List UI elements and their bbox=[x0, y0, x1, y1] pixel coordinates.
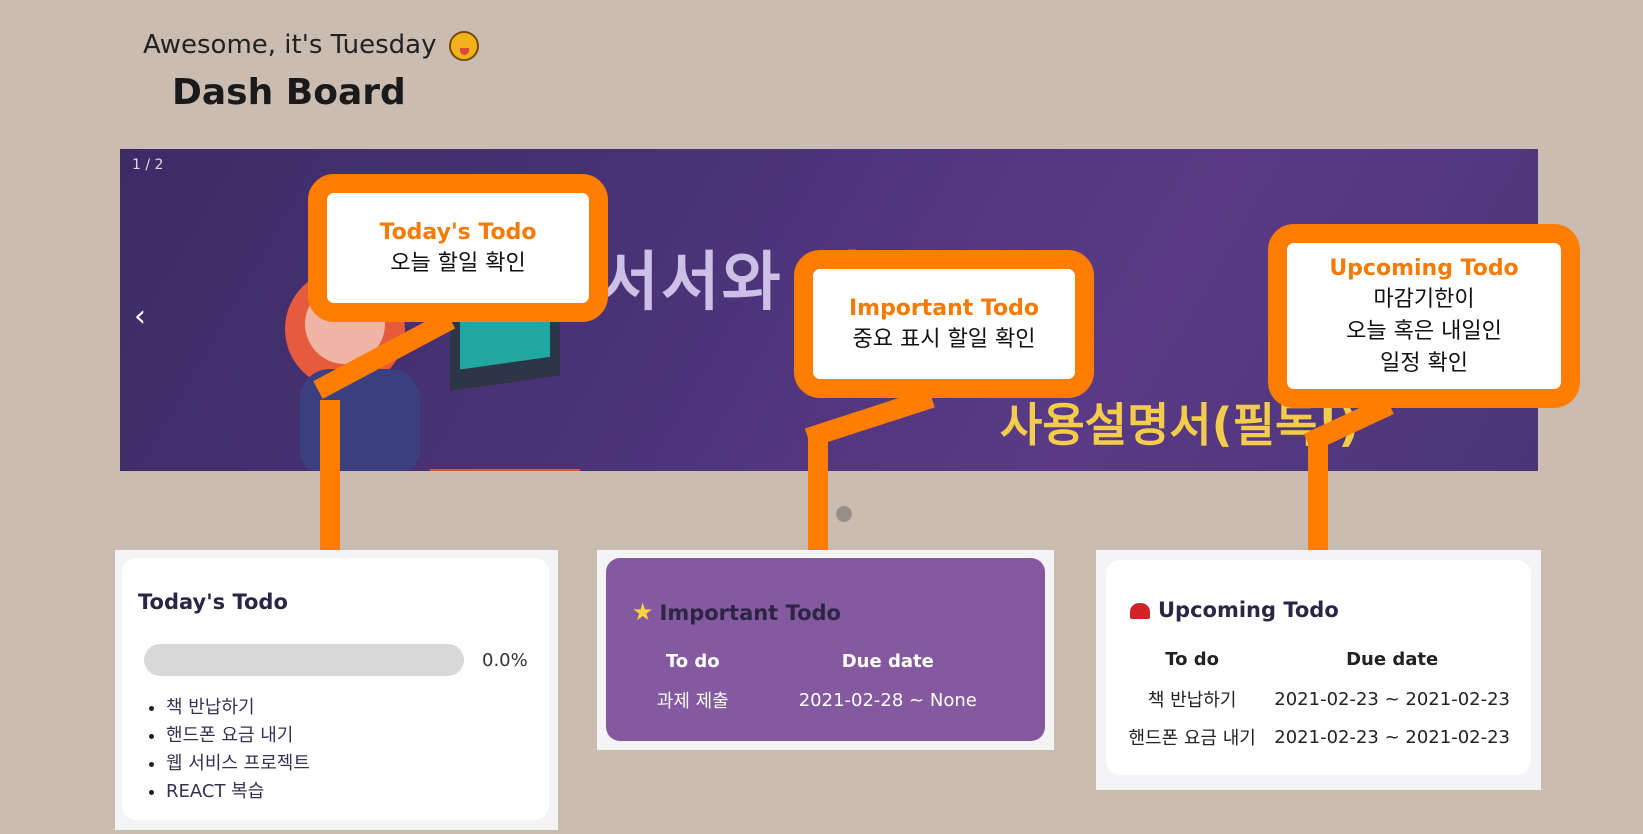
star-icon: ★ bbox=[632, 598, 654, 626]
table-cell: 과제 제출 bbox=[656, 691, 729, 712]
callout-upcoming-desc-3: 일정 확인 bbox=[1380, 350, 1468, 376]
list-item[interactable]: 웹 서비스 프로젝트 bbox=[166, 750, 310, 778]
carousel-counter: 1 / 2 bbox=[132, 157, 164, 173]
greeting: Awesome, it's Tuesday bbox=[143, 30, 479, 61]
list-item[interactable]: REACT 복습 bbox=[166, 778, 310, 806]
list-item[interactable]: 책 반납하기 bbox=[166, 694, 310, 722]
table-row[interactable]: 과제 제출 2021-02-28 ~ None bbox=[636, 686, 1026, 714]
table-cell: 2021-02-23 ~ 2021-02-23 bbox=[1274, 688, 1511, 710]
banner-streak bbox=[1248, 149, 1538, 177]
today-list: 책 반납하기 핸드폰 요금 내기 웹 서비스 프로젝트 REACT 복습 bbox=[146, 694, 310, 806]
callout-important: Important Todo 중요 표시 할일 확인 bbox=[794, 250, 1094, 398]
table-header-row: To do Due date bbox=[636, 650, 1026, 686]
important-card: ★ Important Todo To do Due date 과제 제출 202… bbox=[606, 558, 1045, 741]
table-cell: 2021-02-23 ~ 2021-02-23 bbox=[1274, 726, 1511, 748]
leader-line-upcoming bbox=[1308, 435, 1328, 550]
callout-important-desc: 중요 표시 할일 확인 bbox=[852, 326, 1036, 352]
tongue-out-emoji-icon bbox=[448, 30, 479, 61]
important-table: To do Due date 과제 제출 2021-02-28 ~ None bbox=[636, 650, 1026, 714]
today-progress-bar bbox=[144, 644, 464, 676]
table-row[interactable]: 책 반납하기 2021-02-23 ~ 2021-02-23 bbox=[1122, 680, 1522, 718]
callout-today: Today's Todo 오늘 할일 확인 bbox=[308, 174, 608, 322]
carousel-prev-button[interactable]: ‹ bbox=[134, 299, 146, 334]
column-header: To do bbox=[665, 651, 720, 672]
upcoming-card-title: Upcoming Todo bbox=[1158, 598, 1339, 622]
important-card-header: ★ Important Todo bbox=[632, 598, 841, 626]
column-header: To do bbox=[1165, 649, 1220, 670]
callout-upcoming: Upcoming Todo 마감기한이 오늘 혹은 내일인 일정 확인 bbox=[1268, 224, 1580, 408]
table-cell: 책 반납하기 bbox=[1147, 690, 1237, 711]
callout-today-desc: 오늘 할일 확인 bbox=[390, 250, 526, 276]
upcoming-card: Upcoming Todo To do Due date 책 반납하기 2021… bbox=[1106, 560, 1531, 775]
page-title: Dash Board bbox=[172, 72, 406, 113]
callout-upcoming-title: Upcoming Todo bbox=[1329, 255, 1519, 281]
table-row[interactable]: 핸드폰 요금 내기 2021-02-23 ~ 2021-02-23 bbox=[1122, 718, 1522, 756]
important-card-title: Important Todo bbox=[659, 601, 841, 625]
upcoming-table: To do Due date 책 반납하기 2021-02-23 ~ 2021-… bbox=[1122, 648, 1522, 756]
table-cell: 핸드폰 요금 내기 bbox=[1128, 728, 1256, 749]
carousel-dot-2[interactable] bbox=[836, 506, 852, 522]
leader-line-important bbox=[808, 430, 828, 550]
table-header-row: To do Due date bbox=[1122, 648, 1522, 680]
today-progress-label: 0.0% bbox=[482, 650, 528, 671]
column-header: Due date bbox=[1346, 649, 1439, 670]
callout-upcoming-desc-2: 오늘 혹은 내일인 bbox=[1346, 318, 1502, 344]
today-card-title: Today's Todo bbox=[138, 590, 288, 614]
table-cell: 2021-02-28 ~ None bbox=[798, 689, 977, 711]
leader-line-today bbox=[320, 400, 340, 550]
callout-today-title: Today's Todo bbox=[379, 219, 537, 245]
list-item[interactable]: 핸드폰 요금 내기 bbox=[166, 722, 310, 750]
greeting-text: Awesome, it's Tuesday bbox=[143, 30, 437, 60]
callout-upcoming-desc-1: 마감기한이 bbox=[1373, 286, 1475, 312]
callout-important-title: Important Todo bbox=[848, 295, 1040, 321]
upcoming-card-header: Upcoming Todo bbox=[1130, 598, 1339, 622]
column-header: Due date bbox=[841, 651, 934, 672]
siren-icon bbox=[1130, 603, 1150, 619]
today-card: Today's Todo 0.0% 책 반납하기 핸드폰 요금 내기 웹 서비스… bbox=[122, 558, 549, 820]
